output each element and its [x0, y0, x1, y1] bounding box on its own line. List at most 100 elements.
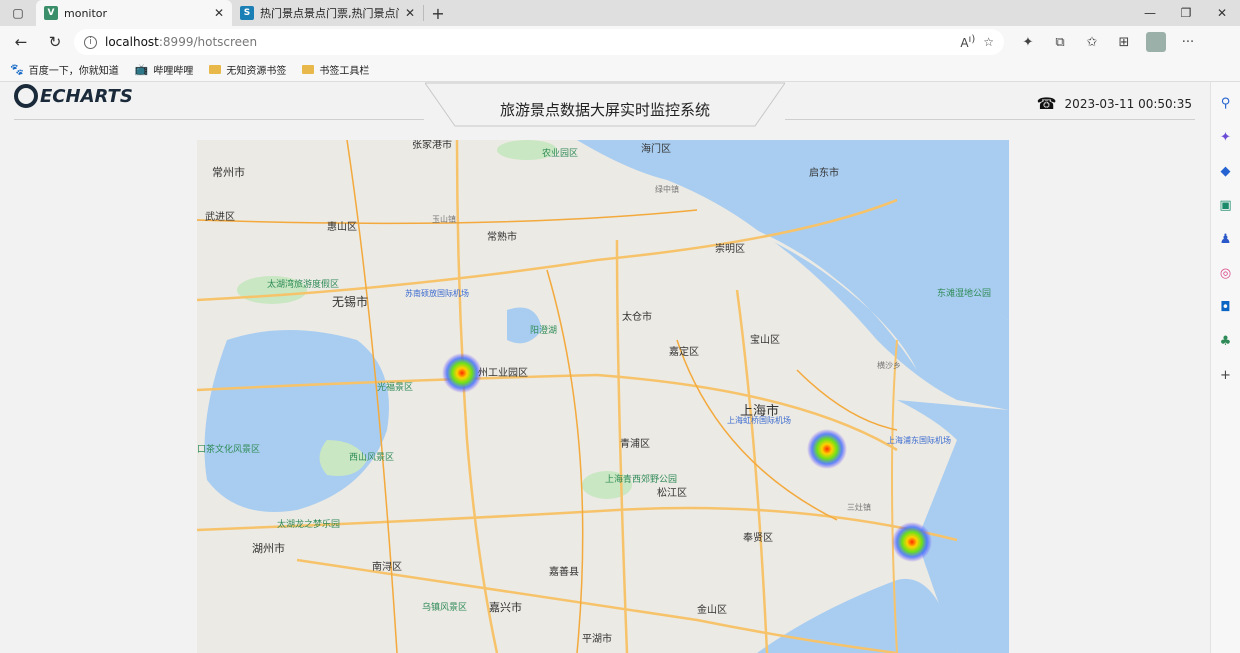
datetime: 2023-03-11 00:50:35: [1064, 96, 1192, 111]
label-jiaxing: 嘉兴市: [489, 600, 522, 614]
heatmap-map[interactable]: 常州市 武进区 惠山区 无锡市 张家港市 常熟市 海门区 启东市 崇明区 太仓市…: [197, 140, 1009, 653]
label-jiashan: 嘉善县: [549, 565, 579, 578]
search-icon[interactable]: ⚲: [1215, 92, 1237, 114]
tab-monitor[interactable]: V monitor ✕: [36, 0, 232, 26]
people-icon[interactable]: ♟: [1215, 228, 1237, 250]
label-zhangjiagang: 张家港市: [412, 140, 452, 151]
copilot-icon[interactable]: ✦: [1215, 126, 1237, 148]
minimize-icon[interactable]: —: [1132, 0, 1168, 26]
echarts-logo: ECHARTS: [14, 84, 133, 108]
folder-icon: [209, 65, 222, 74]
collections-icon[interactable]: ⊞: [1110, 28, 1138, 56]
label-wujin: 武进区: [205, 210, 235, 223]
label-xishan: 西山风景区: [349, 452, 394, 463]
label-dongtan: 东滩湿地公园: [937, 287, 991, 299]
office-icon[interactable]: ◎: [1215, 262, 1237, 284]
tools-icon[interactable]: ▣: [1215, 194, 1237, 216]
favorite-add-icon[interactable]: ☆: [983, 35, 994, 49]
heat-point-suzhou: [442, 353, 482, 393]
address-toolbar: ← ↻ i localhost:8999/hotscreen Aı) ☆ ✦ ⧉…: [0, 26, 1240, 58]
tab-title: 热门景点景点门票,热门景点门票: [260, 7, 399, 20]
label-huzhou: 湖州市: [252, 541, 285, 555]
label-luyuan: 绿中镇: [655, 184, 679, 194]
tab-actions-icon[interactable]: ▢: [0, 0, 36, 26]
favorites-icon[interactable]: ✩: [1078, 28, 1106, 56]
label-huishan: 惠山区: [327, 220, 357, 233]
label-pudong-airport: 上海浦东国际机场: [887, 435, 951, 445]
more-menu-icon[interactable]: ···: [1174, 28, 1202, 56]
address-field[interactable]: i localhost:8999/hotscreen Aı) ☆: [74, 29, 1004, 55]
page-content: ECHARTS 旅游景点数据大屏实时监控系统 ☎ 2023-03-11 00:5…: [0, 82, 1210, 653]
telephone-icon: ☎: [1036, 94, 1057, 113]
label-changzhou: 常州市: [212, 165, 245, 179]
label-nongye: 农业园区: [542, 147, 578, 159]
tab-title: monitor: [64, 6, 108, 20]
paw-icon: 🐾: [10, 63, 24, 76]
label-songjiang: 松江区: [657, 486, 687, 499]
label-qidong: 启东市: [809, 166, 839, 179]
map-svg: 常州市 武进区 惠山区 无锡市 张家港市 常熟市 海门区 启东市 崇明区 太仓市…: [197, 140, 1009, 653]
bookmark-baidu[interactable]: 🐾 百度一下，你就知道: [10, 62, 119, 77]
extension-icon[interactable]: ✦: [1014, 28, 1042, 56]
new-tab-icon[interactable]: +: [424, 0, 452, 26]
label-hengsha: 横沙乡: [877, 360, 901, 370]
bilibili-icon: 📺: [134, 63, 149, 76]
page-title: 旅游景点数据大屏实时监控系统: [499, 101, 710, 119]
label-chongming: 崇明区: [715, 243, 745, 255]
shopping-tag-icon[interactable]: ◆: [1215, 160, 1237, 182]
label-changshu: 常熟市: [487, 230, 517, 243]
outlook-icon[interactable]: ◘: [1215, 296, 1237, 318]
label-jinshan: 金山区: [697, 603, 727, 616]
folder-icon: [302, 65, 315, 74]
label-guangfu: 光福景区: [377, 381, 413, 393]
label-hongqiao: 上海虹桥国际机场: [727, 415, 791, 425]
heat-point-nanhui: [892, 522, 932, 562]
clock: ☎ 2023-03-11 00:50:35: [1037, 94, 1192, 113]
read-aloud-icon[interactable]: Aı): [960, 34, 975, 50]
window-controls: — ❐ ✕: [1132, 0, 1240, 26]
close-tab-icon[interactable]: ✕: [214, 6, 224, 20]
profile-avatar[interactable]: [1142, 28, 1170, 56]
label-longzhimeng: 太湖龙之梦乐园: [277, 518, 340, 530]
dashboard-header: ECHARTS 旅游景点数据大屏实时监控系统 ☎ 2023-03-11 00:5…: [0, 82, 1210, 128]
heat-point-pudong: [807, 429, 847, 469]
bookmark-folder-resources[interactable]: 无知资源书签: [209, 62, 286, 77]
label-wuzhen: 乌镇风景区: [422, 601, 467, 613]
label-yangcheng: 阳澄湖: [530, 324, 557, 336]
label-taihu: 太湖湾旅游度假区: [267, 278, 339, 290]
label-yushan: 玉山镇: [432, 214, 456, 224]
label-qingpu: 青浦区: [620, 437, 650, 450]
bookmark-folder-toolbar[interactable]: 书签工具栏: [302, 62, 369, 77]
label-wuxi: 无锡市: [332, 294, 368, 309]
restore-icon[interactable]: ❐: [1168, 0, 1204, 26]
label-sunan-airport: 苏南硕放国际机场: [405, 288, 469, 298]
header-divider-right: [785, 119, 1195, 120]
add-icon[interactable]: +: [1215, 364, 1237, 386]
header-divider-left: [14, 119, 424, 120]
close-window-icon[interactable]: ✕: [1204, 0, 1240, 26]
label-nanxun: 南浔区: [372, 560, 402, 573]
label-qingxi: 上海青西郊野公园: [605, 473, 677, 485]
title-banner: 旅游景点数据大屏实时监控系统: [425, 82, 785, 128]
label-sanzao: 三灶镇: [847, 502, 871, 512]
label-fengxian: 奉贤区: [743, 531, 773, 544]
site-favicon-icon: S: [240, 6, 254, 20]
vue-favicon-icon: V: [44, 6, 58, 20]
tree-icon[interactable]: ♣: [1215, 330, 1237, 352]
extensions-puzzle-icon[interactable]: ⧉: [1046, 28, 1074, 56]
site-info-icon[interactable]: i: [84, 35, 97, 49]
label-taicang: 太仓市: [622, 310, 652, 323]
bookmarks-bar: 🐾 百度一下，你就知道 📺 哔哩哔哩 无知资源书签 书签工具栏: [0, 58, 1240, 82]
url-host: localhost: [105, 35, 159, 49]
refresh-icon[interactable]: ↻: [40, 28, 70, 56]
label-culture: 口茶文化风景区: [197, 443, 260, 455]
url-path: :8999/hotscreen: [158, 35, 258, 49]
back-icon[interactable]: ←: [6, 28, 36, 56]
label-jiading: 嘉定区: [669, 345, 699, 358]
tab-tickets[interactable]: S 热门景点景点门票,热门景点门票 ✕: [232, 5, 424, 21]
label-suzhou-park: 州工业园区: [478, 367, 528, 379]
label-baoshan: 宝山区: [750, 333, 780, 346]
bookmark-bilibili[interactable]: 📺 哔哩哔哩: [135, 62, 194, 77]
label-pinghu: 平湖市: [582, 632, 612, 645]
close-tab-icon[interactable]: ✕: [405, 6, 415, 20]
